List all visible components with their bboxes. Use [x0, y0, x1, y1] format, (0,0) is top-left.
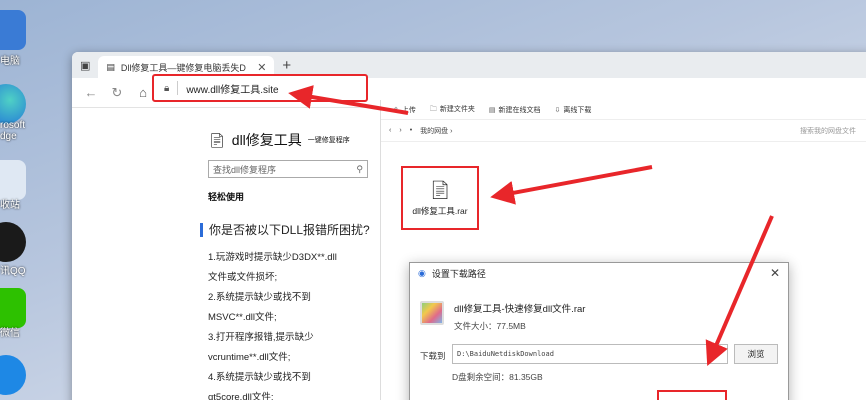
url-text: www.dll修复工具.site — [186, 84, 279, 96]
tab-actions-icon[interactable]: ▣ — [80, 59, 90, 72]
list-item: 3.打开程序报错,提示缺少 — [208, 332, 314, 343]
article-panel: 📄︎ dll修复工具 一键修复程序 查找dll修复程序 ⚲ 轻松使用 你是否被以… — [200, 110, 376, 400]
list-item: 4.系统提示缺少或找不到 — [208, 372, 311, 383]
dll-file-icon: 📄︎ — [208, 131, 226, 148]
file-item[interactable]: 📄︎ dll修复工具.rar — [401, 166, 479, 230]
page-subtitle: 一键修复程序 — [307, 137, 350, 144]
close-icon[interactable]: ✕ — [257, 61, 266, 74]
list-item: MSVC**.dll文件; — [208, 312, 277, 323]
desktop-label: rosoft dge — [0, 120, 26, 142]
dialog-file-name: dll修复工具-快速修复dll文件.rar — [454, 304, 586, 315]
upload-icon: ⇪ — [393, 106, 399, 114]
desktop-label: 微信 — [0, 328, 20, 339]
new-folder-button[interactable]: 🗀︎ 新建文件夹 — [430, 104, 475, 116]
download-path-input[interactable]: D:\BaiduNetdiskDownload — [452, 344, 728, 364]
archive-icon — [420, 301, 444, 325]
sort-icon[interactable]: • — [410, 127, 412, 134]
search-icon[interactable]: ⚲ — [356, 164, 363, 175]
file-name: dll修复工具.rar — [412, 205, 468, 216]
separator — [177, 81, 179, 95]
new-doc-button[interactable]: ▤ 新建在线文档 — [489, 105, 541, 115]
tab-title: Dll修复工具—键修复电脑丢失D — [120, 62, 246, 73]
list-item: qt5core.dll文件; — [208, 392, 274, 400]
netdisk-toolbar: ⇪ 上传 🗀︎ 新建文件夹 ▤ 新建在线文档 ⇩ 离线下载 — [381, 100, 866, 120]
download-to-label: 下载到 — [420, 351, 446, 361]
netdisk-search-input[interactable]: 搜索我的网盘文件 — [800, 126, 856, 136]
download-icon: ⇩ — [554, 106, 561, 114]
dialog-file-info: dll修复工具-快速修复dll文件.rar 文件大小：77.5MB — [420, 301, 585, 332]
back-arrow-icon[interactable]: ← — [84, 85, 98, 100]
page-favicon-icon: ▤ — [106, 61, 115, 72]
back-icon[interactable]: ‹ — [389, 127, 391, 134]
desktop-label: 讯QQ — [0, 266, 26, 277]
dll-archive-icon: 📄︎ — [428, 179, 452, 200]
error-list: 1.玩游戏时提示缺少D3DX**.dll 文件或文件损坏; 2.系统提示缺少或找… — [208, 248, 376, 400]
dialog-file-size: 文件大小：77.5MB — [454, 321, 526, 331]
download-path-dialog: ◉ 设置下载路径 ✕ dll修复工具-快速修复dll文件.rar 文件大小：77… — [409, 262, 789, 400]
folder-plus-icon: 🗀︎ — [429, 105, 437, 113]
desktop-label: 收站 — [0, 200, 20, 211]
desktop-label: 电脑 — [0, 56, 20, 67]
recycle-bin-icon — [0, 160, 26, 200]
accent-bar — [200, 222, 203, 237]
new-tab-button[interactable]: + — [282, 57, 291, 74]
forward-icon[interactable]: › — [399, 127, 401, 134]
free-space-text: D盘剩余空间：81.35GB — [452, 372, 543, 382]
netdisk-nav: ‹ › • 我的网盘 › 搜索我的网盘文件 — [381, 120, 866, 142]
qq-icon — [0, 222, 26, 262]
list-item: vcruntime**.dll文件; — [208, 352, 291, 363]
wechat-icon — [0, 288, 26, 328]
list-item: 2.系统提示缺少或找不到 — [208, 292, 311, 303]
breadcrumb[interactable]: 我的网盘 › — [420, 126, 452, 136]
refresh-icon[interactable]: ↻ — [110, 85, 124, 101]
offline-download-button[interactable]: ⇩ 离线下载 — [555, 105, 592, 115]
doc-icon: ▤ — [488, 106, 496, 114]
gear-icon: ◉ — [418, 267, 426, 278]
dialog-title: 设置下载路径 — [431, 268, 486, 279]
section-heading: 轻松使用 — [208, 192, 245, 202]
search-input[interactable]: 查找dll修复程序 ⚲ — [208, 160, 368, 178]
confirm-download-button[interactable] — [657, 390, 727, 400]
home-icon[interactable]: ⌂ — [136, 85, 150, 100]
list-item: 文件或文件损坏; — [208, 272, 278, 283]
list-item: 1.玩游戏时提示缺少D3DX**.dll — [208, 252, 337, 263]
edge-icon — [0, 84, 26, 124]
close-icon[interactable]: ✕ — [770, 266, 780, 280]
browse-button[interactable]: 浏览 — [734, 344, 778, 364]
dialog-header: ◉ 设置下载路径 ✕ — [410, 263, 788, 283]
lock-icon: 🔒︎ — [164, 82, 170, 94]
upload-button[interactable]: ⇪ 上传 — [393, 105, 416, 115]
address-bar[interactable]: 🔒︎ www.dll修复工具.site — [152, 74, 368, 102]
page-title: 📄︎ dll修复工具 一键修复程序 — [208, 131, 350, 149]
search-app-icon[interactable] — [0, 355, 26, 395]
computer-icon — [0, 10, 26, 50]
question-heading: 你是否被以下DLL报错所困扰? — [200, 221, 376, 238]
